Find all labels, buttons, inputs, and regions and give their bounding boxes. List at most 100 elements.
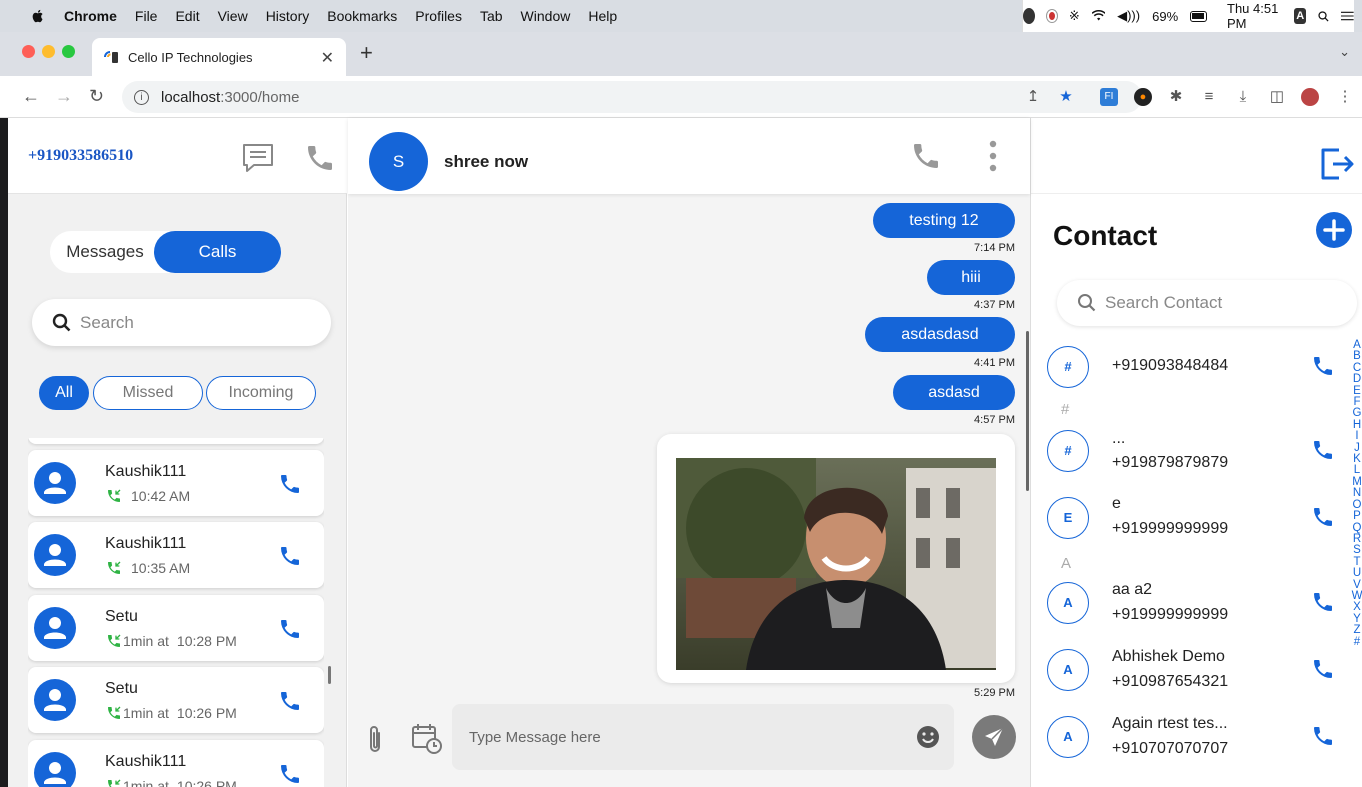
contact-call-icon[interactable] [1311,438,1335,462]
chat-avatar[interactable]: S [369,132,428,191]
alpha-letter[interactable]: N [1351,487,1362,499]
battery-icon[interactable] [1190,10,1207,22]
reload-icon[interactable]: ↻ [89,86,104,107]
address-bar[interactable]: i localhost:3000/home [122,81,1142,113]
control-center-icon[interactable] [1341,9,1354,23]
more-options-icon[interactable] [988,140,998,174]
clock[interactable]: Thu 4:51 PM [1227,1,1282,31]
contact-row[interactable]: A Abhishek Demo +910987654321 [1031,637,1351,703]
contact-row[interactable]: A aa a2 +919999999999 [1031,570,1351,636]
call-back-phone-icon[interactable] [278,689,302,713]
contact-call-icon[interactable] [1311,657,1335,681]
call-back-phone-icon[interactable] [278,472,302,496]
extension-fi-icon[interactable]: FI [1100,88,1118,106]
schedule-calendar-icon[interactable] [410,722,444,756]
menu-file[interactable]: File [135,8,158,24]
contact-row[interactable]: E e +919999999999 [1031,485,1351,551]
alpha-letter[interactable]: # [1351,636,1362,648]
menu-window[interactable]: Window [521,8,571,24]
close-tab-icon[interactable]: ✕ [321,48,334,68]
contact-row[interactable]: A Again rtest tes... +910707070707 [1031,704,1351,770]
extension-fire-icon[interactable]: ● [1134,88,1152,106]
bluetooth-icon[interactable]: ※ [1069,8,1080,24]
menu-bookmarks[interactable]: Bookmarks [327,8,397,24]
window-close-button[interactable] [22,45,35,58]
contact-call-icon[interactable] [1311,505,1335,529]
window-minimize-button[interactable] [42,45,55,58]
forward-icon[interactable]: → [55,86,73,107]
new-tab-button[interactable]: + [360,40,373,66]
contact-row[interactable]: # +919093848484 [1031,334,1351,400]
call-back-phone-icon[interactable] [278,617,302,641]
filter-all[interactable]: All [39,376,89,410]
message-bubble[interactable]: asdasd [893,375,1015,410]
attachment-icon[interactable] [366,724,384,756]
back-icon[interactable]: ← [22,86,40,107]
contact-search-input[interactable]: Search Contact [1057,280,1357,326]
image-message[interactable] [657,434,1015,683]
alpha-letter[interactable]: D [1351,373,1362,385]
call-list-item[interactable]: Kaushik111 1min at 10:26 PM [28,740,324,787]
message-bubble[interactable]: asdasdasd [865,317,1015,352]
active-browser-tab[interactable]: Cello IP Technologies ✕ [92,38,346,76]
alpha-letter[interactable]: S [1351,544,1362,556]
extensions-puzzle-icon[interactable]: ✱ [1167,88,1185,106]
call-list-item[interactable]: Setu 1min at 10:28 PM [28,595,324,661]
contact-call-icon[interactable] [1311,590,1335,614]
call-list-item[interactable]: Setu 1min at 10:26 PM [28,667,324,733]
spotlight-search-icon[interactable] [1318,9,1329,24]
filter-incoming[interactable]: Incoming [206,376,316,410]
volume-icon[interactable]: ◀))) [1117,8,1140,24]
window-zoom-button[interactable] [62,45,75,58]
call-list-item[interactable]: Kaushik111 10:42 AM [28,450,324,516]
side-panel-icon[interactable]: ◫ [1268,88,1286,106]
alpha-letter[interactable]: Z [1351,624,1362,636]
phone-icon[interactable] [304,142,336,174]
chat-contact-name[interactable]: shree now [444,152,528,172]
menu-tab[interactable]: Tab [480,8,503,24]
contact-call-icon[interactable] [1311,354,1335,378]
message-bubble[interactable]: testing 12 [873,203,1015,238]
voice-call-icon[interactable] [910,140,942,172]
call-search-input[interactable]: Search [32,299,331,346]
call-back-phone-icon[interactable] [278,762,302,786]
wifi-icon[interactable] [1091,9,1106,23]
filter-missed[interactable]: Missed [93,376,203,410]
messages-icon[interactable] [240,142,276,176]
contact-row[interactable]: # ... +919879879879 [1031,418,1351,484]
apple-icon[interactable] [30,8,46,24]
message-input[interactable]: Type Message here [452,704,954,770]
emoji-icon[interactable] [916,725,940,749]
menu-view[interactable]: View [218,8,248,24]
alpha-letter[interactable]: P [1351,510,1362,522]
call-back-phone-icon[interactable] [278,544,302,568]
add-contact-button[interactable] [1316,212,1352,248]
tab-messages[interactable]: Messages [50,231,160,273]
share-icon[interactable]: ↥ [1024,88,1042,106]
site-info-icon[interactable]: i [134,89,149,105]
logout-icon[interactable] [1317,144,1355,184]
message-bubble[interactable]: hiii [927,260,1015,295]
browser-menu-icon[interactable]: ⋮ [1336,88,1354,106]
input-source-badge[interactable]: A [1294,8,1307,24]
record-dot-icon[interactable] [1046,10,1057,22]
send-button[interactable] [972,715,1016,759]
alpha-letter[interactable]: U [1351,567,1362,579]
reading-list-icon[interactable]: ≡ [1200,88,1218,106]
tab-search-chevron-icon[interactable]: ⌄ [1339,44,1350,60]
download-icon[interactable]: ⤓ [1234,88,1252,106]
call-list-item[interactable]: Kaushik111 10:35 AM [28,522,324,588]
menu-app-name[interactable]: Chrome [64,8,117,24]
tab-calls[interactable]: Calls [154,231,281,273]
message-list-scrollbar[interactable] [1026,331,1029,491]
menu-edit[interactable]: Edit [175,8,199,24]
alpha-letter[interactable]: I [1351,430,1362,442]
shared-photo[interactable] [676,458,996,670]
screen-record-icon[interactable] [1023,8,1035,24]
profile-avatar-icon[interactable] [1301,88,1319,106]
bookmark-star-icon[interactable]: ★ [1057,88,1075,106]
menu-history[interactable]: History [266,8,310,24]
menu-profiles[interactable]: Profiles [415,8,462,24]
call-list-scrollbar[interactable] [328,666,331,684]
contact-call-icon[interactable] [1311,724,1335,748]
